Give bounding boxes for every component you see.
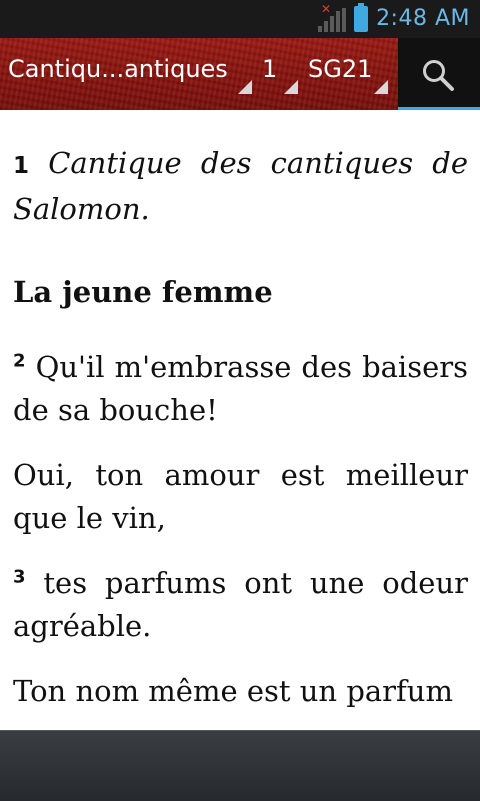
verse-line: Ton nom même est un parfum [13, 674, 453, 708]
bottom-bar [0, 730, 480, 801]
chapter-content[interactable]: 1 Cantique des cantiques de Salomon. La … [13, 110, 468, 730]
version-selector[interactable]: SG21 [308, 38, 388, 110]
search-icon [423, 60, 454, 91]
status-time: 2:48 AM [376, 6, 470, 31]
verse-3: 3 tes parfums ont une odeur agréable. [13, 562, 468, 648]
book-selector[interactable]: Cantiqu...antiques [8, 38, 252, 110]
action-bar: Cantiqu...antiques 1 SG21 [0, 38, 480, 110]
book-selector-label: Cantiqu...antiques [8, 55, 228, 83]
no-signal-icon: ✕ [321, 2, 332, 16]
verse-number: 3 [13, 566, 26, 588]
battery-icon [354, 3, 368, 32]
dropdown-corner-icon [374, 80, 388, 94]
verse-text: Qu'il m'embrasse des baisers de sa bouch… [13, 350, 468, 427]
section-heading: La jeune femme [13, 275, 273, 309]
verse-line: Oui, ton amour est meilleur que le vin, [13, 458, 468, 535]
status-bar: ✕ 2:48 AM [0, 0, 480, 38]
verse-1: 1 Cantique des cantiques de Salomon. [13, 142, 468, 231]
dropdown-corner-icon [238, 80, 252, 94]
verse-number: 1 [13, 153, 30, 179]
version-selector-label: SG21 [308, 55, 373, 83]
chapter-selector-label: 1 [262, 55, 278, 83]
verse-2: 2 Qu'il m'embrasse des baisers de sa bou… [13, 346, 468, 432]
verse-text: Cantique des cantiques de Salomon. [13, 146, 468, 226]
verse-number: 2 [13, 350, 26, 372]
verse-text: tes parfums ont une odeur agréable. [13, 566, 468, 643]
chapter-selector[interactable]: 1 [262, 38, 298, 110]
dropdown-corner-icon [284, 80, 298, 94]
search-button[interactable] [398, 38, 480, 110]
